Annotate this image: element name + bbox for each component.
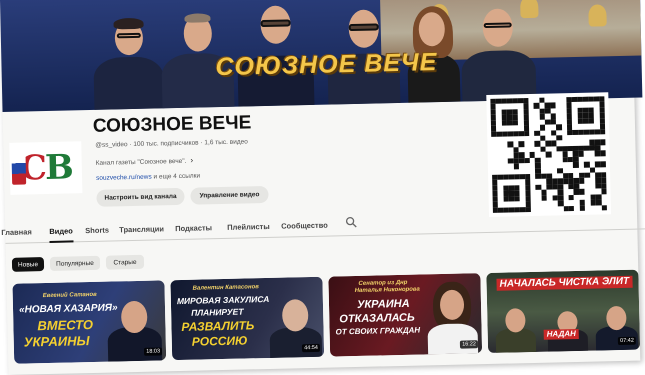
page: СОЮЗНОЕ ВЕЧЕ СВ СОЮЗНОЕ ВЕЧЕ @ss_video ·… [0,0,645,375]
channel-description-text: Канал газеты "Союзное вече". [95,157,187,167]
video-thumbnail[interactable]: Сенатор из Днр Наталья Никонорова УКРАИН… [328,273,483,357]
search-icon[interactable] [345,216,357,228]
video-speaker: Евгений Сатанов [42,291,97,300]
channel-avatar[interactable]: СВ [9,141,83,195]
channel-tabs: Главная Видео Shorts Трансляции Подкасты… [1,207,645,244]
chip-oldest[interactable]: Старые [105,254,145,270]
banner-title: СОЮЗНОЕ ВЕЧЕ [215,48,438,82]
video-title-line: ОТКАЗАЛАСЬ [339,311,415,326]
tab-shorts[interactable]: Shorts [85,226,109,236]
video-duration: 44:54 [302,343,321,353]
banner-dome [588,4,607,27]
channel-meta: @ss_video · 100 тыс. подписчиков · 1,6 т… [95,138,248,149]
channel-description[interactable]: Канал газеты "Союзное вече". › [96,156,194,167]
channel-link-more[interactable]: и еще 4 ссылки [153,173,200,181]
channel-links[interactable]: souzveche.ru/news и еще 4 ссылки [96,173,200,182]
video-thumbnail[interactable]: Евгений Сатанов «НОВАЯ ХАЗАРИЯ» ВМЕСТО У… [12,280,167,364]
channel-link[interactable]: souzveche.ru/news [96,174,152,182]
chevron-right-icon: › [190,155,194,165]
avatar-logo: СВ [19,147,73,189]
tab-videos[interactable]: Видео [49,226,73,236]
customize-channel-button[interactable]: Настроить вид канала [96,187,185,207]
qr-code [486,92,612,217]
tab-home[interactable]: Главная [1,227,32,237]
banner-person [92,8,165,110]
tab-live[interactable]: Трансляции [119,224,164,234]
video-thumbnail[interactable]: НАЧАЛАСЬ ЧИСТКА ЭЛИТ НАДАН 07:42 [486,269,641,354]
video-title-line: МИРОВАЯ ЗАКУЛИСА [176,293,270,307]
flag-icon [11,152,27,185]
video-title-line: ПЛАНИРУЕТ [191,306,244,318]
video-title-line: УКРАИНЫ [23,333,90,350]
video-title-line: УКРАИНА [356,297,410,311]
screen: СОЮЗНОЕ ВЕЧЕ СВ СОЮЗНОЕ ВЕЧЕ @ss_video ·… [0,0,645,375]
video-title-line: НАДАН [543,328,580,340]
video-title-line: РОССИЮ [191,333,248,349]
video-duration: 07:42 [618,336,636,346]
tab-community[interactable]: Сообщество [281,221,328,231]
tab-podcasts[interactable]: Подкасты [175,223,212,233]
video-duration: 16:22 [460,340,479,349]
chip-newest[interactable]: Новые [11,257,45,272]
tab-playlists[interactable]: Плейлисты [227,222,270,232]
video-title-line: РАЗВАЛИТЬ [181,318,255,334]
video-duration: 18:03 [144,347,163,356]
manage-videos-button[interactable]: Управление видео [190,185,269,205]
thumb-person [495,300,537,353]
video-speaker: Сенатор из Днр [358,279,408,287]
video-thumbnail[interactable]: Валентин Катасонов МИРОВАЯ ЗАКУЛИСА ПЛАН… [170,276,325,361]
chip-popular[interactable]: Популярные [49,255,101,271]
video-title-line: ВМЕСТО [37,316,94,334]
channel-name: СОЮЗНОЕ ВЕЧЕ [92,112,252,137]
banner-person [460,0,537,102]
